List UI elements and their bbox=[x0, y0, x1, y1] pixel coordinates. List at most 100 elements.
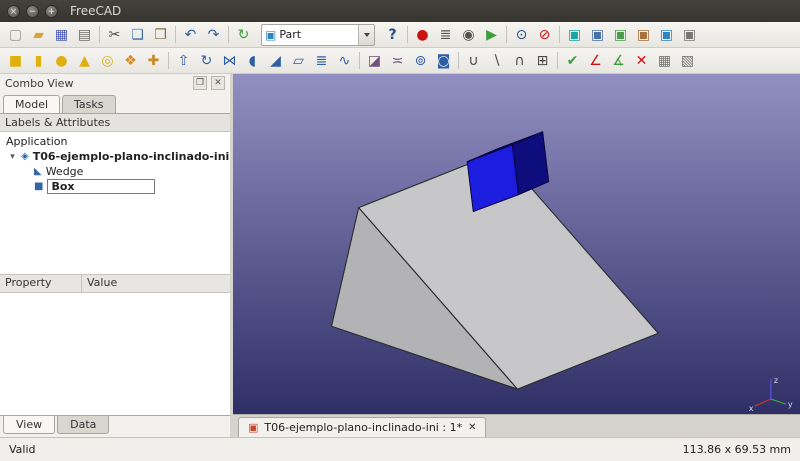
combo-view-titlebar: Combo View ❐ ✕ bbox=[0, 74, 230, 92]
axis-x-label: x bbox=[749, 404, 754, 413]
tree-item-application[interactable]: Application bbox=[0, 134, 230, 149]
toggle-measurement-3d-icon[interactable]: ▦ bbox=[653, 50, 676, 72]
view-top-icon[interactable]: ▣ bbox=[609, 24, 632, 46]
print-icon[interactable]: ▤ bbox=[73, 24, 96, 46]
mirror-icon[interactable]: ⋈ bbox=[218, 50, 241, 72]
loft-icon[interactable]: ≣ bbox=[310, 50, 333, 72]
view-isometric-icon[interactable]: ▣ bbox=[563, 24, 586, 46]
primitive-cylinder-icon[interactable]: ▮ bbox=[27, 50, 50, 72]
combo-view-tabs: Model Tasks bbox=[0, 92, 230, 114]
tab-view[interactable]: View bbox=[3, 416, 55, 434]
combo-view-panel: Combo View ❐ ✕ Model Tasks Labels & Attr… bbox=[0, 74, 233, 437]
tab-data[interactable]: Data bbox=[57, 416, 109, 434]
axis-y-label: y bbox=[788, 400, 793, 409]
macro-execute-icon[interactable]: ▶ bbox=[480, 24, 503, 46]
macro-dialog-icon[interactable]: ≣ bbox=[434, 24, 457, 46]
tab-tasks[interactable]: Tasks bbox=[62, 95, 115, 113]
labels-attributes-label: Labels & Attributes bbox=[5, 116, 110, 129]
tree-item-box[interactable]: ■ Box bbox=[0, 179, 230, 194]
combo-view-title: Combo View bbox=[5, 77, 73, 90]
cut-icon[interactable]: ✂ bbox=[103, 24, 126, 46]
save-file-icon[interactable]: ▦ bbox=[50, 24, 73, 46]
primitive-cone-icon[interactable]: ▲ bbox=[73, 50, 96, 72]
view-axonometric-icon[interactable]: ▣ bbox=[655, 24, 678, 46]
caret-down-icon[interactable]: ▾ bbox=[8, 152, 17, 162]
axis-z-label: z bbox=[774, 376, 778, 385]
tree-box-label[interactable]: Box bbox=[47, 179, 155, 194]
toggle-measurement-delta-icon[interactable]: ▧ bbox=[676, 50, 699, 72]
document-area: x y z ▣ T06-ejemplo-plano-inclinado-ini … bbox=[233, 74, 800, 437]
toolbar-standard: ▢▰▦▤✂❏❐↶↷↻ ▣ Part ?●≣◉▶⊙⊘▣▣▣▣▣▣ bbox=[0, 22, 800, 48]
shape-builder-icon[interactable]: ✚ bbox=[142, 50, 165, 72]
primitive-sphere-icon[interactable]: ● bbox=[50, 50, 73, 72]
freecad-document-icon: ▣ bbox=[248, 421, 258, 434]
whats-this-icon[interactable]: ? bbox=[381, 24, 404, 46]
value-column-header[interactable]: Value bbox=[82, 275, 122, 292]
3d-scene[interactable]: x y z bbox=[233, 74, 800, 414]
document-tab-label: T06-ejemplo-plano-inclinado-ini : 1* bbox=[264, 421, 462, 434]
ruled-surface-icon[interactable]: ▱ bbox=[287, 50, 310, 72]
toolbar-separator bbox=[175, 26, 176, 43]
titlebar: × − + FreeCAD bbox=[0, 0, 800, 22]
thickness-icon[interactable]: ◙ bbox=[432, 50, 455, 72]
compound-icon[interactable]: ⊞ bbox=[531, 50, 554, 72]
new-file-icon[interactable]: ▢ bbox=[4, 24, 27, 46]
boolean-union-icon[interactable]: ∪ bbox=[462, 50, 485, 72]
measure-linear-icon[interactable]: ∠ bbox=[584, 50, 607, 72]
panel-close-button[interactable]: ✕ bbox=[211, 76, 225, 90]
zoom-selection-icon[interactable]: ⊙ bbox=[510, 24, 533, 46]
tree-document-label: T06-ejemplo-plano-inclinado-ini bbox=[33, 150, 230, 163]
offset-icon[interactable]: ⊚ bbox=[409, 50, 432, 72]
clear-measurement-icon[interactable]: ✕ bbox=[630, 50, 653, 72]
primitives-dialog-icon[interactable]: ❖ bbox=[119, 50, 142, 72]
sweep-icon[interactable]: ∿ bbox=[333, 50, 356, 72]
property-column-header[interactable]: Property bbox=[0, 275, 82, 292]
revolve-icon[interactable]: ↻ bbox=[195, 50, 218, 72]
document-tab-close-icon[interactable]: ✕ bbox=[468, 422, 476, 433]
extrude-icon[interactable]: ⇧ bbox=[172, 50, 195, 72]
boolean-common-icon[interactable]: ∩ bbox=[508, 50, 531, 72]
document-tab[interactable]: ▣ T06-ejemplo-plano-inclinado-ini : 1* ✕ bbox=[238, 417, 486, 437]
tree-item-document[interactable]: ▾ ◈ T06-ejemplo-plano-inclinado-ini bbox=[0, 149, 230, 164]
model-tree[interactable]: Application ▾ ◈ T06-ejemplo-plano-inclin… bbox=[0, 132, 230, 275]
undo-icon[interactable]: ↶ bbox=[179, 24, 202, 46]
view-rotate-icon[interactable]: ▣ bbox=[678, 24, 701, 46]
window-minimize-button[interactable]: − bbox=[26, 5, 39, 18]
window-maximize-button[interactable]: + bbox=[45, 5, 58, 18]
open-file-icon[interactable]: ▰ bbox=[27, 24, 50, 46]
toolbar-separator bbox=[506, 26, 507, 43]
clipping-plane-icon[interactable]: ⊘ bbox=[533, 24, 556, 46]
view-right-icon[interactable]: ▣ bbox=[632, 24, 655, 46]
property-view-tabs: View Data bbox=[0, 415, 230, 437]
paste-icon[interactable]: ❐ bbox=[149, 24, 172, 46]
copy-icon[interactable]: ❏ bbox=[126, 24, 149, 46]
tab-model[interactable]: Model bbox=[3, 95, 60, 113]
check-geometry-icon[interactable]: ✔ bbox=[561, 50, 584, 72]
toolbar-separator bbox=[228, 26, 229, 43]
primitive-torus-icon[interactable]: ◎ bbox=[96, 50, 119, 72]
section-icon[interactable]: ◪ bbox=[363, 50, 386, 72]
labels-attributes-header: Labels & Attributes bbox=[0, 114, 230, 132]
measure-angular-icon[interactable]: ∡ bbox=[607, 50, 630, 72]
workbench-dropdown-arrow[interactable] bbox=[358, 25, 374, 45]
fillet-icon[interactable]: ◖ bbox=[241, 50, 264, 72]
box-icon: ■ bbox=[34, 181, 43, 192]
chamfer-icon[interactable]: ◢ bbox=[264, 50, 287, 72]
cross-sections-icon[interactable]: ≍ bbox=[386, 50, 409, 72]
panel-float-button[interactable]: ❐ bbox=[193, 76, 207, 90]
view-front-icon[interactable]: ▣ bbox=[586, 24, 609, 46]
window-close-button[interactable]: × bbox=[7, 5, 20, 18]
macro-debug-icon[interactable]: ◉ bbox=[457, 24, 480, 46]
workbench-selector[interactable]: ▣ Part bbox=[261, 24, 375, 46]
property-table-body[interactable] bbox=[0, 293, 230, 415]
document-tab-bar: ▣ T06-ejemplo-plano-inclinado-ini : 1* ✕ bbox=[233, 414, 800, 437]
macro-record-icon[interactable]: ● bbox=[411, 24, 434, 46]
toolbar-separator bbox=[99, 26, 100, 43]
primitive-box-icon[interactable]: ■ bbox=[4, 50, 27, 72]
tree-item-wedge[interactable]: ◣ Wedge bbox=[0, 164, 230, 179]
refresh-icon[interactable]: ↻ bbox=[232, 24, 255, 46]
3d-viewport[interactable]: x y z bbox=[233, 74, 800, 414]
redo-icon[interactable]: ↷ bbox=[202, 24, 225, 46]
dimension-readout: 113.86 x 69.53 mm bbox=[683, 443, 791, 456]
boolean-cut-icon[interactable]: ∖ bbox=[485, 50, 508, 72]
